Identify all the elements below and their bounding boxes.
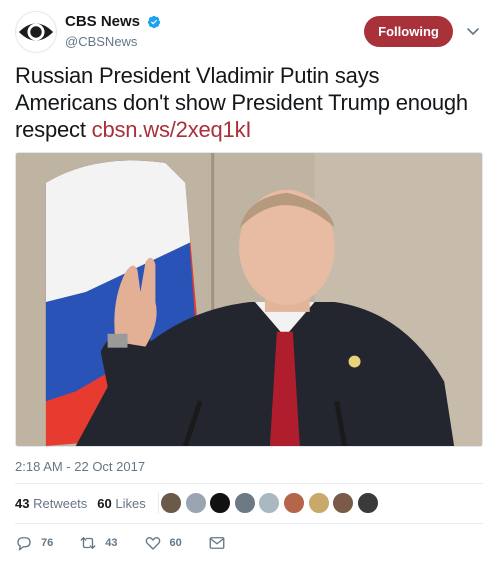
liker-avatar[interactable]	[160, 492, 182, 514]
account-name-block[interactable]: CBS News @CBSNews	[65, 13, 161, 49]
reply-icon	[17, 537, 31, 551]
cbs-eye-logo-icon	[17, 13, 55, 51]
likes-stat[interactable]: 60 Likes	[97, 496, 145, 511]
retweet-icon	[80, 537, 96, 549]
retweets-stat[interactable]: 43 Retweets	[15, 496, 87, 511]
retweets-label: Retweets	[33, 496, 88, 511]
envelope-icon	[209, 537, 225, 549]
tweet-header: CBS News @CBSNews Following	[15, 9, 485, 57]
divider	[15, 523, 483, 524]
liker-avatar[interactable]	[258, 492, 281, 514]
tweet-actions: 76 43 60	[15, 533, 315, 553]
liker-avatar[interactable]	[282, 492, 305, 514]
liker-avatars	[160, 492, 381, 514]
reply-count: 76	[41, 537, 54, 549]
heart-icon	[145, 537, 160, 550]
tweet-text: Russian President Vladimir Putin says Am…	[15, 62, 485, 143]
divider	[15, 483, 483, 484]
liker-avatar[interactable]	[184, 492, 207, 514]
like-button[interactable]: 60	[144, 534, 182, 552]
liker-avatar[interactable]	[233, 492, 256, 514]
tweet-photo[interactable]	[15, 152, 483, 447]
retweet-count: 43	[105, 537, 118, 549]
following-button[interactable]: Following	[364, 16, 453, 47]
liker-avatar[interactable]	[209, 492, 232, 514]
reply-button[interactable]: 76	[15, 534, 53, 552]
stats-separator	[158, 492, 159, 514]
photo-icon	[16, 153, 482, 446]
liker-avatar[interactable]	[307, 492, 330, 514]
direct-message-button[interactable]	[208, 534, 234, 552]
verified-badge-icon	[148, 15, 161, 28]
retweets-count: 43	[15, 496, 30, 511]
liker-avatar[interactable]	[332, 492, 355, 514]
tweet-timestamp[interactable]: 2:18 AM - 22 Oct 2017	[15, 459, 145, 474]
display-name[interactable]: CBS News	[65, 13, 140, 30]
account-handle[interactable]: @CBSNews	[65, 34, 161, 49]
retweet-button[interactable]: 43	[79, 534, 118, 552]
likes-count: 60	[97, 496, 112, 511]
likes-label: Likes	[115, 496, 146, 511]
account-avatar[interactable]	[15, 11, 57, 53]
like-count: 60	[169, 537, 182, 549]
chevron-down-icon[interactable]	[465, 23, 481, 39]
tweet-stats: 43 Retweets 60 Likes	[15, 492, 159, 514]
tweet-link[interactable]: cbsn.ws/2xeq1kI	[92, 117, 252, 142]
liker-avatar[interactable]	[356, 492, 379, 514]
